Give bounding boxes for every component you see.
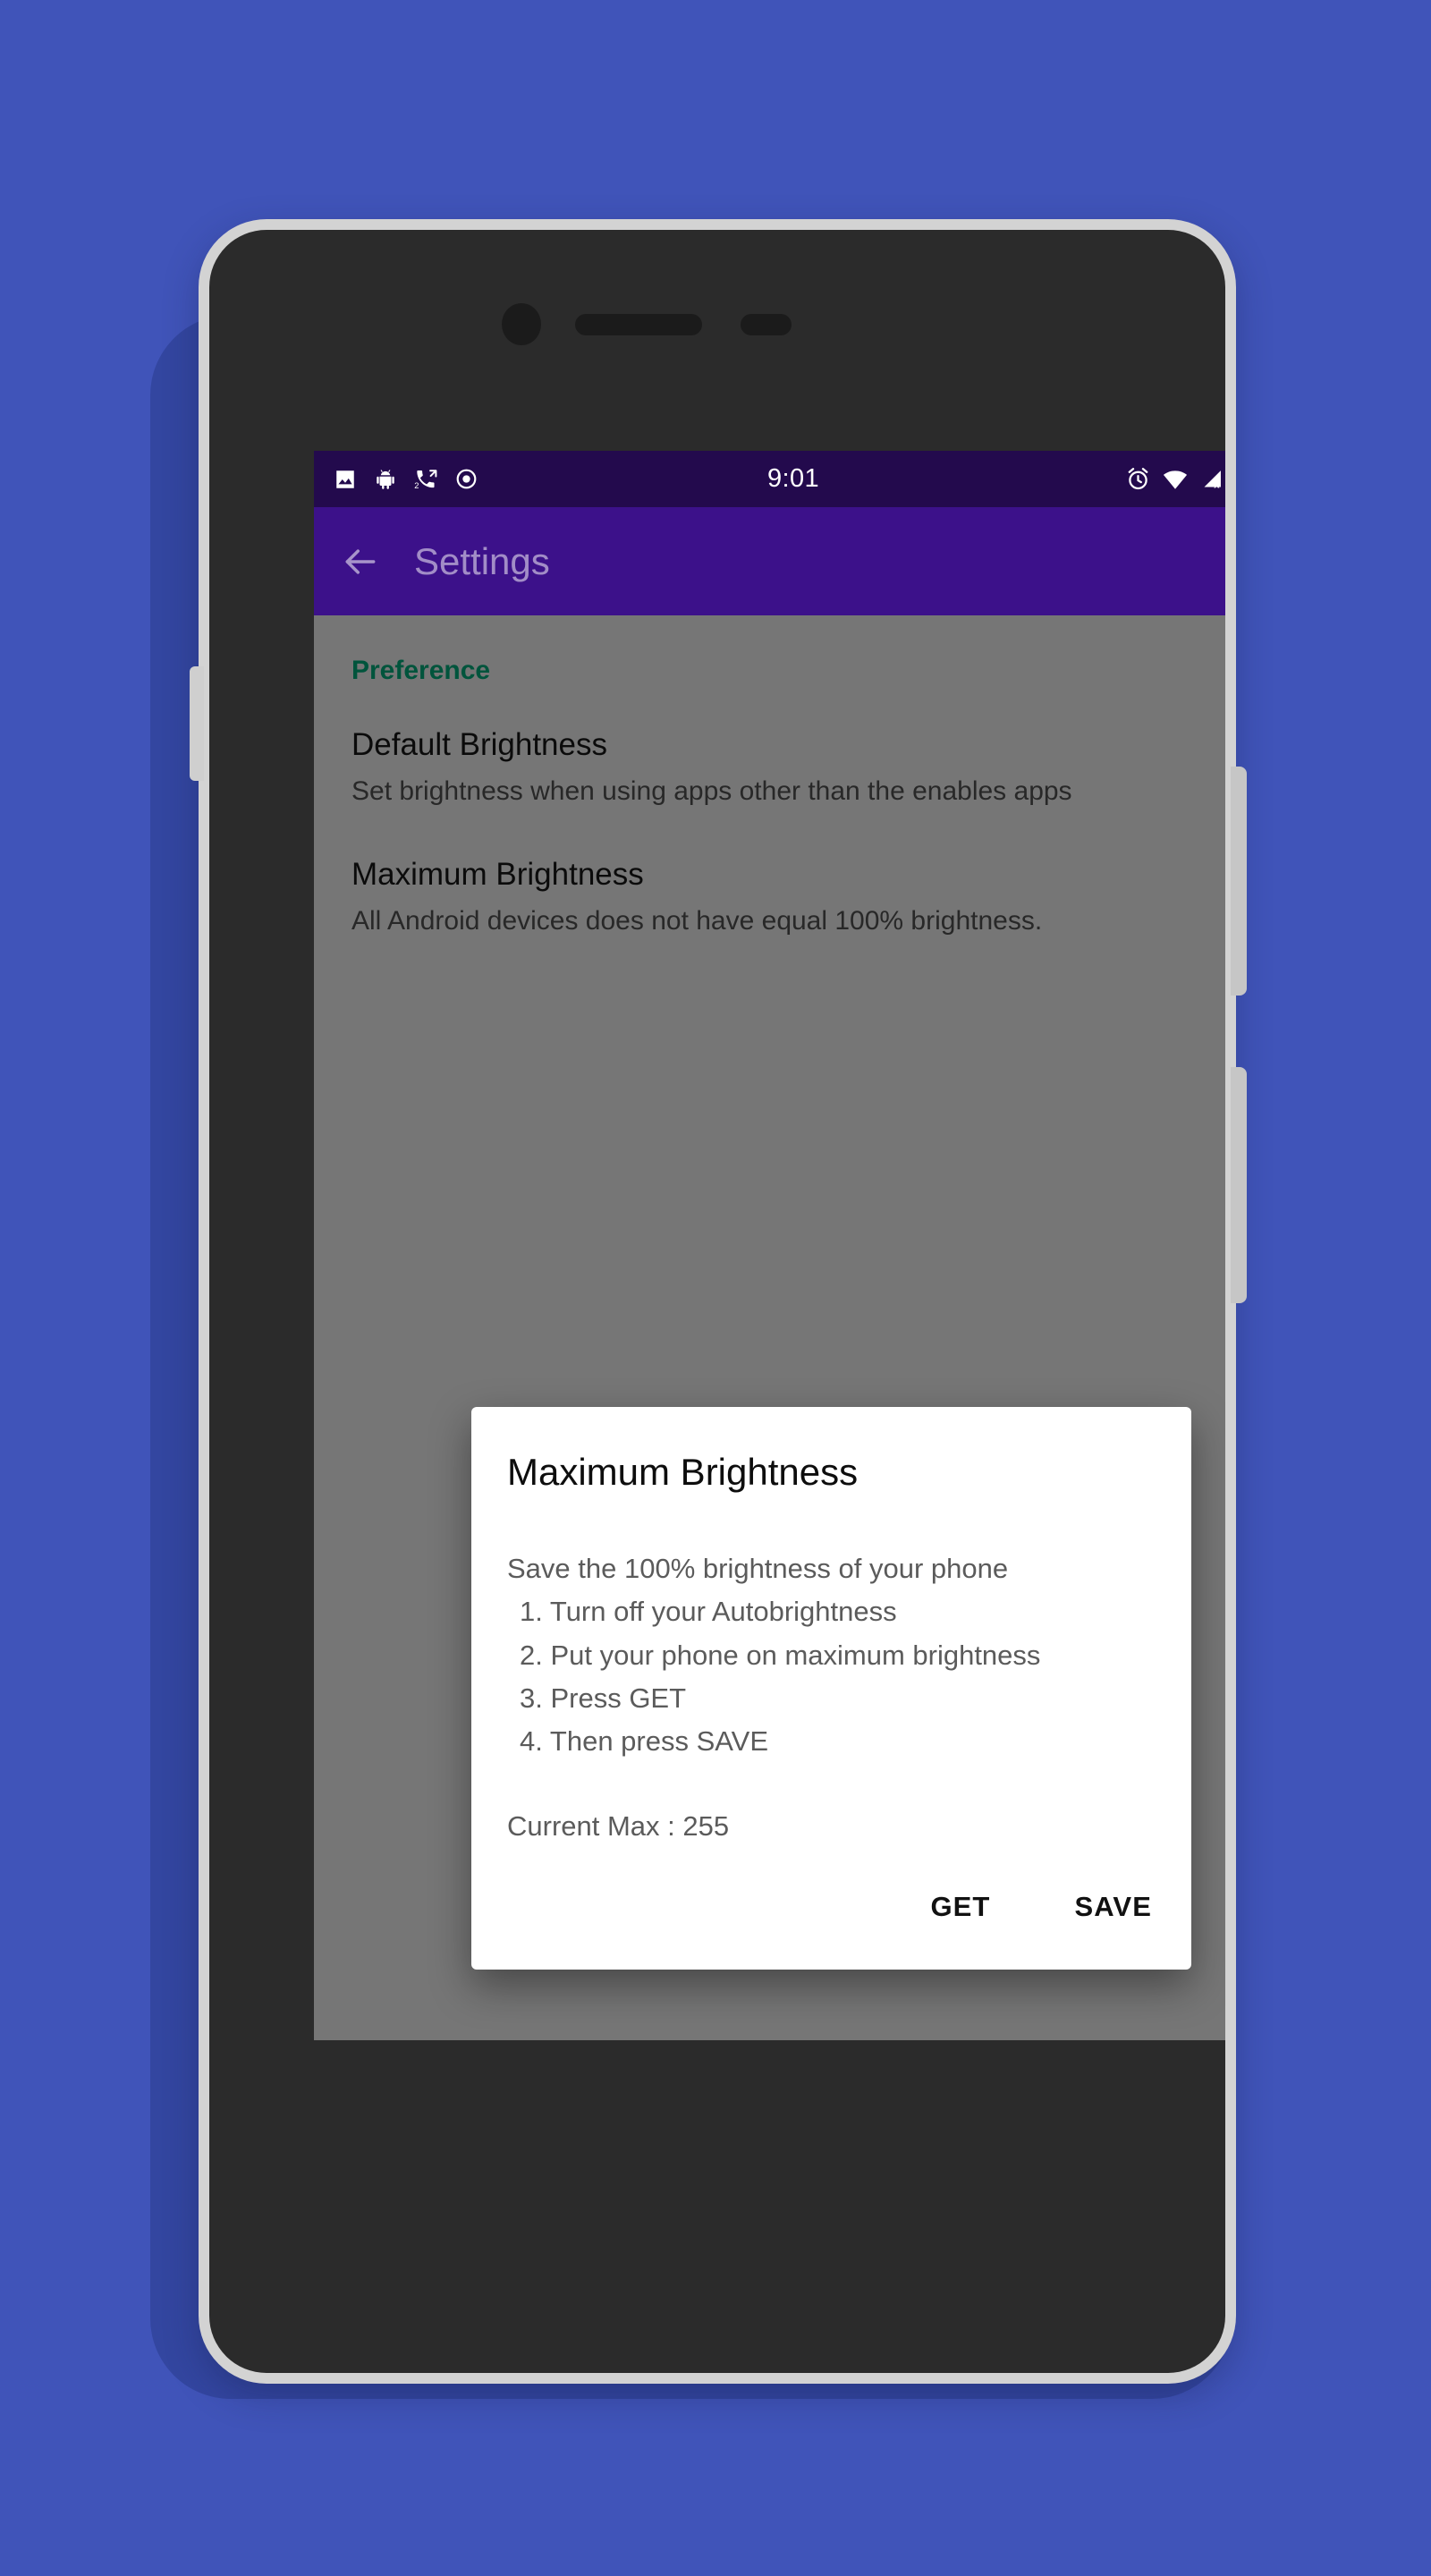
dialog-actions: GET SAVE [471,1848,1191,1970]
page-title: Settings [414,539,550,582]
dialog-message: Save the 100% brightness of your phone 1… [471,1494,1191,1848]
dialog-step-3: 3. Press GET [520,1682,687,1715]
left-hardware-button[interactable] [190,666,204,781]
settings-content: Preference Default Brightness Set bright… [314,615,1225,2040]
preference-title: Maximum Brightness [351,856,644,892]
dialog-step-4: 4. Then press SAVE [520,1725,769,1758]
missed-call-icon: 2 [414,468,438,491]
save-button[interactable]: SAVE [1072,1887,1154,1927]
section-header-preference: Preference [351,656,491,685]
preference-item-default-brightness[interactable]: Default Brightness Set brightness when u… [351,727,1225,810]
dialog-step-2: 2. Put your phone on maximum brightness [520,1639,1041,1671]
phone-screen: 2 9:01 x Settings Preference Default Bri… [314,451,1225,2040]
status-bar-left-icons: 2 [334,468,478,491]
page-root: 2 9:01 x Settings Preference Default Bri… [0,0,1431,2576]
preference-summary: All Android devices does not have equal … [351,905,1043,936]
earpiece-speaker [575,314,702,335]
record-icon [455,468,478,490]
front-camera-icon [502,303,541,345]
image-icon [334,468,357,491]
back-arrow-icon[interactable] [341,542,380,581]
preference-summary: Set brightness when using apps other tha… [351,776,1072,806]
status-bar: 2 9:01 x [314,451,1225,507]
dialog-intro-line: Save the 100% brightness of your phone [507,1553,1009,1584]
dialog-title: Maximum Brightness [507,1451,859,1493]
svg-text:x: x [1214,479,1220,489]
dialog-step-1: 1. Turn off your Autobrightness [520,1596,897,1628]
app-bar: Settings [314,507,1225,615]
svg-text:2: 2 [414,481,419,490]
phone-body: 2 9:01 x Settings Preference Default Bri… [209,230,1225,2373]
alarm-icon [1126,467,1150,491]
preference-title: Default Brightness [351,727,607,762]
current-max-value: Current Max : 255 [507,1809,730,1842]
wifi-icon [1163,469,1188,490]
android-icon [374,468,397,491]
dialog-spacer [507,1764,1156,1805]
volume-rocker[interactable] [1231,767,1247,996]
preference-item-maximum-brightness[interactable]: Maximum Brightness All Android devices d… [351,857,1225,940]
phone-top-sensors [209,301,1225,345]
power-button[interactable] [1231,1067,1247,1303]
proximity-sensor [741,314,792,335]
maximum-brightness-dialog: Maximum Brightness Save the 100% brightn… [471,1407,1191,1970]
get-button[interactable]: GET [928,1887,992,1927]
signal-off-icon: x [1200,469,1224,490]
phone-device-frame: 2 9:01 x Settings Preference Default Bri… [190,219,1247,2384]
status-bar-right-icons: x [1126,467,1225,491]
